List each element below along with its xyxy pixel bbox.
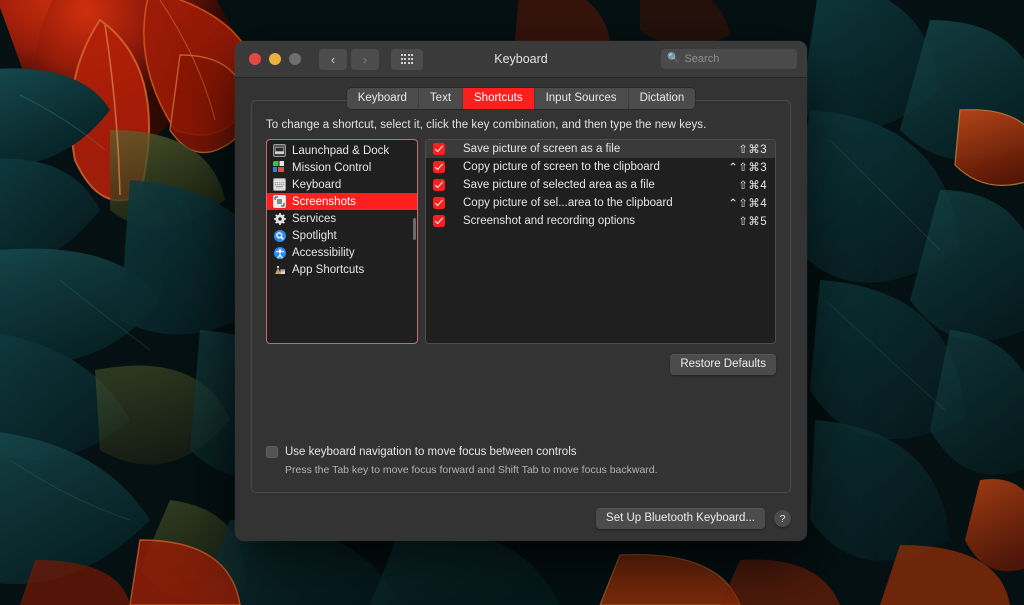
- shortcut-row[interactable]: Copy picture of sel...area to the clipbo…: [426, 194, 775, 212]
- search-field[interactable]: 🔍: [661, 49, 797, 69]
- tab-input-sources[interactable]: Input Sources: [535, 88, 629, 109]
- navigation-buttons: ‹ ›: [319, 48, 379, 70]
- chevron-left-icon[interactable]: ‹: [319, 48, 347, 70]
- shortcut-label: Screenshot and recording options: [463, 215, 635, 227]
- shortcut-checkbox[interactable]: [433, 215, 445, 227]
- tab-dictation[interactable]: Dictation: [629, 88, 696, 109]
- launchpad-dock-icon: [273, 144, 286, 157]
- search-icon: 🔍: [667, 53, 680, 64]
- panes-container: Launchpad & Dock Mission Control Keyboar…: [266, 139, 776, 344]
- shortcut-checkbox[interactable]: [433, 179, 445, 191]
- tab-bar: Keyboard Text Shortcuts Input Sources Di…: [251, 88, 791, 109]
- instruction-text: To change a shortcut, select it, click t…: [266, 119, 707, 131]
- shortcut-checkbox[interactable]: [433, 143, 445, 155]
- shortcut-keys[interactable]: ⇧⌘3: [738, 142, 767, 156]
- sidebar-item-label: Keyboard: [292, 178, 342, 191]
- search-input[interactable]: [684, 53, 791, 65]
- tab-group: Keyboard Text Shortcuts Input Sources Di…: [346, 88, 696, 109]
- help-button[interactable]: ?: [774, 510, 791, 527]
- shortcuts-panel: To change a shortcut, select it, click t…: [251, 100, 791, 493]
- tab-shortcuts[interactable]: Shortcuts: [463, 88, 535, 109]
- tab-keyboard[interactable]: Keyboard: [347, 88, 419, 109]
- sidebar-item-mission-control[interactable]: Mission Control: [267, 159, 417, 176]
- sidebar-item-label: Spotlight: [292, 229, 337, 242]
- window-titlebar: ‹ › Keyboard 🔍: [235, 41, 807, 78]
- sidebar-item-label: App Shortcuts: [292, 263, 365, 276]
- keyboard-navigation-hint: Press the Tab key to move focus forward …: [285, 464, 658, 476]
- shortcut-row[interactable]: Save picture of selected area as a file …: [426, 176, 775, 194]
- sidebar-item-label: Services: [292, 212, 337, 225]
- keyboard-navigation-row[interactable]: Use keyboard navigation to move focus be…: [266, 446, 658, 458]
- services-gear-icon: [273, 212, 286, 225]
- accessibility-icon: [273, 246, 286, 259]
- minimize-window-button[interactable]: [269, 53, 281, 65]
- shortcut-keys[interactable]: ⇧⌘5: [738, 214, 767, 228]
- sidebar-item-services[interactable]: Services: [267, 210, 417, 227]
- shortcut-row[interactable]: Screenshot and recording options ⇧⌘5: [426, 212, 775, 230]
- window-footer: Set Up Bluetooth Keyboard... ?: [596, 508, 791, 529]
- sidebar-item-label: Accessibility: [292, 246, 355, 259]
- shortcut-categories-list[interactable]: Launchpad & Dock Mission Control Keyboar…: [266, 139, 418, 344]
- shortcut-label: Copy picture of screen to the clipboard: [463, 161, 660, 173]
- tab-text[interactable]: Text: [419, 88, 464, 109]
- shortcut-label: Save picture of screen as a file: [463, 143, 621, 155]
- mission-control-icon: [273, 161, 286, 174]
- sidebar-item-app-shortcuts[interactable]: App Shortcuts: [267, 261, 417, 278]
- restore-defaults-button[interactable]: Restore Defaults: [670, 354, 776, 375]
- shortcut-label: Save picture of selected area as a file: [463, 179, 655, 191]
- keyboard-navigation-label: Use keyboard navigation to move focus be…: [285, 446, 577, 458]
- grid-view-icon[interactable]: [391, 48, 423, 70]
- sidebar-item-spotlight[interactable]: Spotlight: [267, 227, 417, 244]
- chevron-right-icon[interactable]: ›: [351, 48, 379, 70]
- zoom-window-button[interactable]: [289, 53, 301, 65]
- keyboard-icon: [273, 178, 286, 191]
- grid-dots: [400, 54, 414, 64]
- shortcuts-list[interactable]: Save picture of screen as a file ⇧⌘3 Cop…: [425, 139, 776, 344]
- shortcut-keys[interactable]: ⌃⇧⌘3: [728, 160, 767, 174]
- sidebar-item-launchpad-dock[interactable]: Launchpad & Dock: [267, 142, 417, 159]
- sidebar-item-keyboard[interactable]: Keyboard: [267, 176, 417, 193]
- close-window-button[interactable]: [249, 53, 261, 65]
- shortcut-checkbox[interactable]: [433, 161, 445, 173]
- keyboard-navigation-section: Use keyboard navigation to move focus be…: [266, 446, 658, 476]
- sidebar-item-label: Launchpad & Dock: [292, 144, 390, 157]
- shortcut-keys[interactable]: ⇧⌘4: [738, 178, 767, 192]
- sidebar-item-screenshots[interactable]: Screenshots: [267, 193, 417, 210]
- shortcut-checkbox[interactable]: [433, 197, 445, 209]
- sidebar-item-accessibility[interactable]: Accessibility: [267, 244, 417, 261]
- spotlight-icon: [273, 229, 286, 242]
- sidebar-item-label: Mission Control: [292, 161, 372, 174]
- window-body: Keyboard Text Shortcuts Input Sources Di…: [235, 78, 807, 541]
- shortcut-keys[interactable]: ⌃⇧⌘4: [728, 196, 767, 210]
- traffic-light-controls: [249, 53, 301, 65]
- screenshots-icon: [273, 195, 286, 208]
- app-shortcuts-icon: [273, 263, 286, 276]
- set-up-bluetooth-keyboard-button[interactable]: Set Up Bluetooth Keyboard...: [596, 508, 765, 529]
- shortcut-row[interactable]: Copy picture of screen to the clipboard …: [426, 158, 775, 176]
- system-preferences-window: ‹ › Keyboard 🔍 Keyboard Text Shortcuts I…: [235, 41, 807, 541]
- sidebar-scrollbar[interactable]: [413, 218, 416, 240]
- keyboard-navigation-checkbox[interactable]: [266, 446, 278, 458]
- restore-defaults-row: Restore Defaults: [266, 354, 776, 375]
- shortcut-label: Copy picture of sel...area to the clipbo…: [463, 197, 673, 209]
- sidebar-item-label: Screenshots: [292, 195, 356, 208]
- shortcut-row[interactable]: Save picture of screen as a file ⇧⌘3: [426, 140, 775, 158]
